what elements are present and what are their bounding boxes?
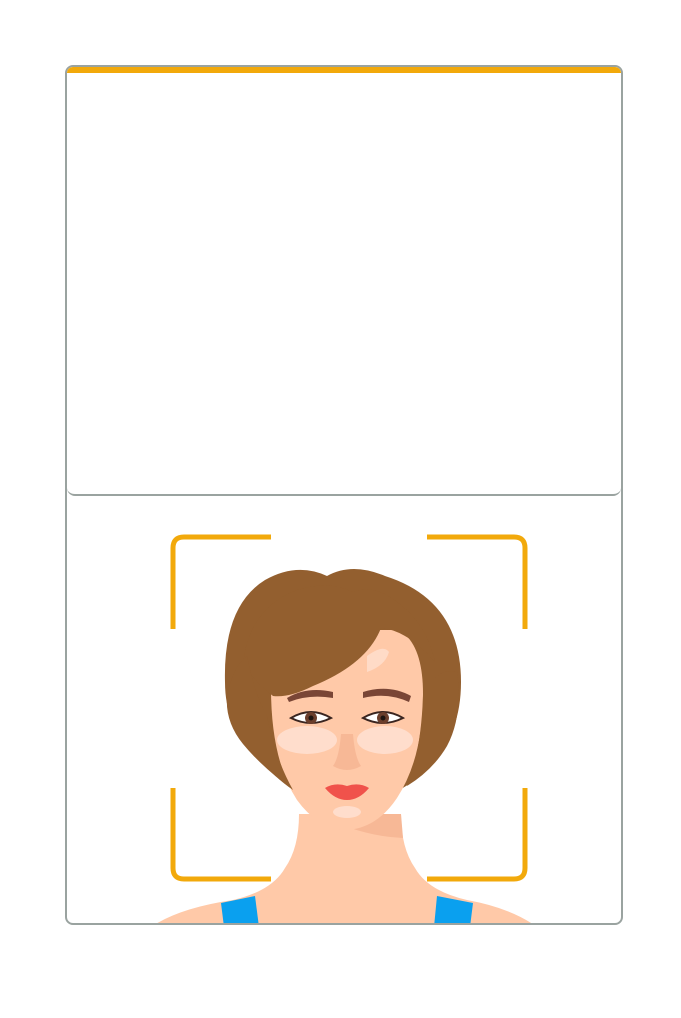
strap-left — [221, 896, 259, 923]
chin-highlight — [333, 806, 361, 818]
face-capture-screen — [0, 0, 681, 1018]
scan-corner-bottom-left — [170, 788, 271, 882]
body-illustration — [157, 814, 532, 923]
cheek-highlight-right — [357, 726, 413, 754]
face-guide-illustration — [157, 534, 532, 923]
accent-bar — [67, 67, 621, 73]
preview-panel — [67, 67, 621, 496]
scan-corner-bottom-right — [427, 788, 528, 882]
face-guide-panel — [67, 496, 621, 923]
cheek-highlight-left — [277, 726, 337, 754]
face-capture-card — [65, 65, 623, 925]
shoulders — [157, 814, 532, 923]
